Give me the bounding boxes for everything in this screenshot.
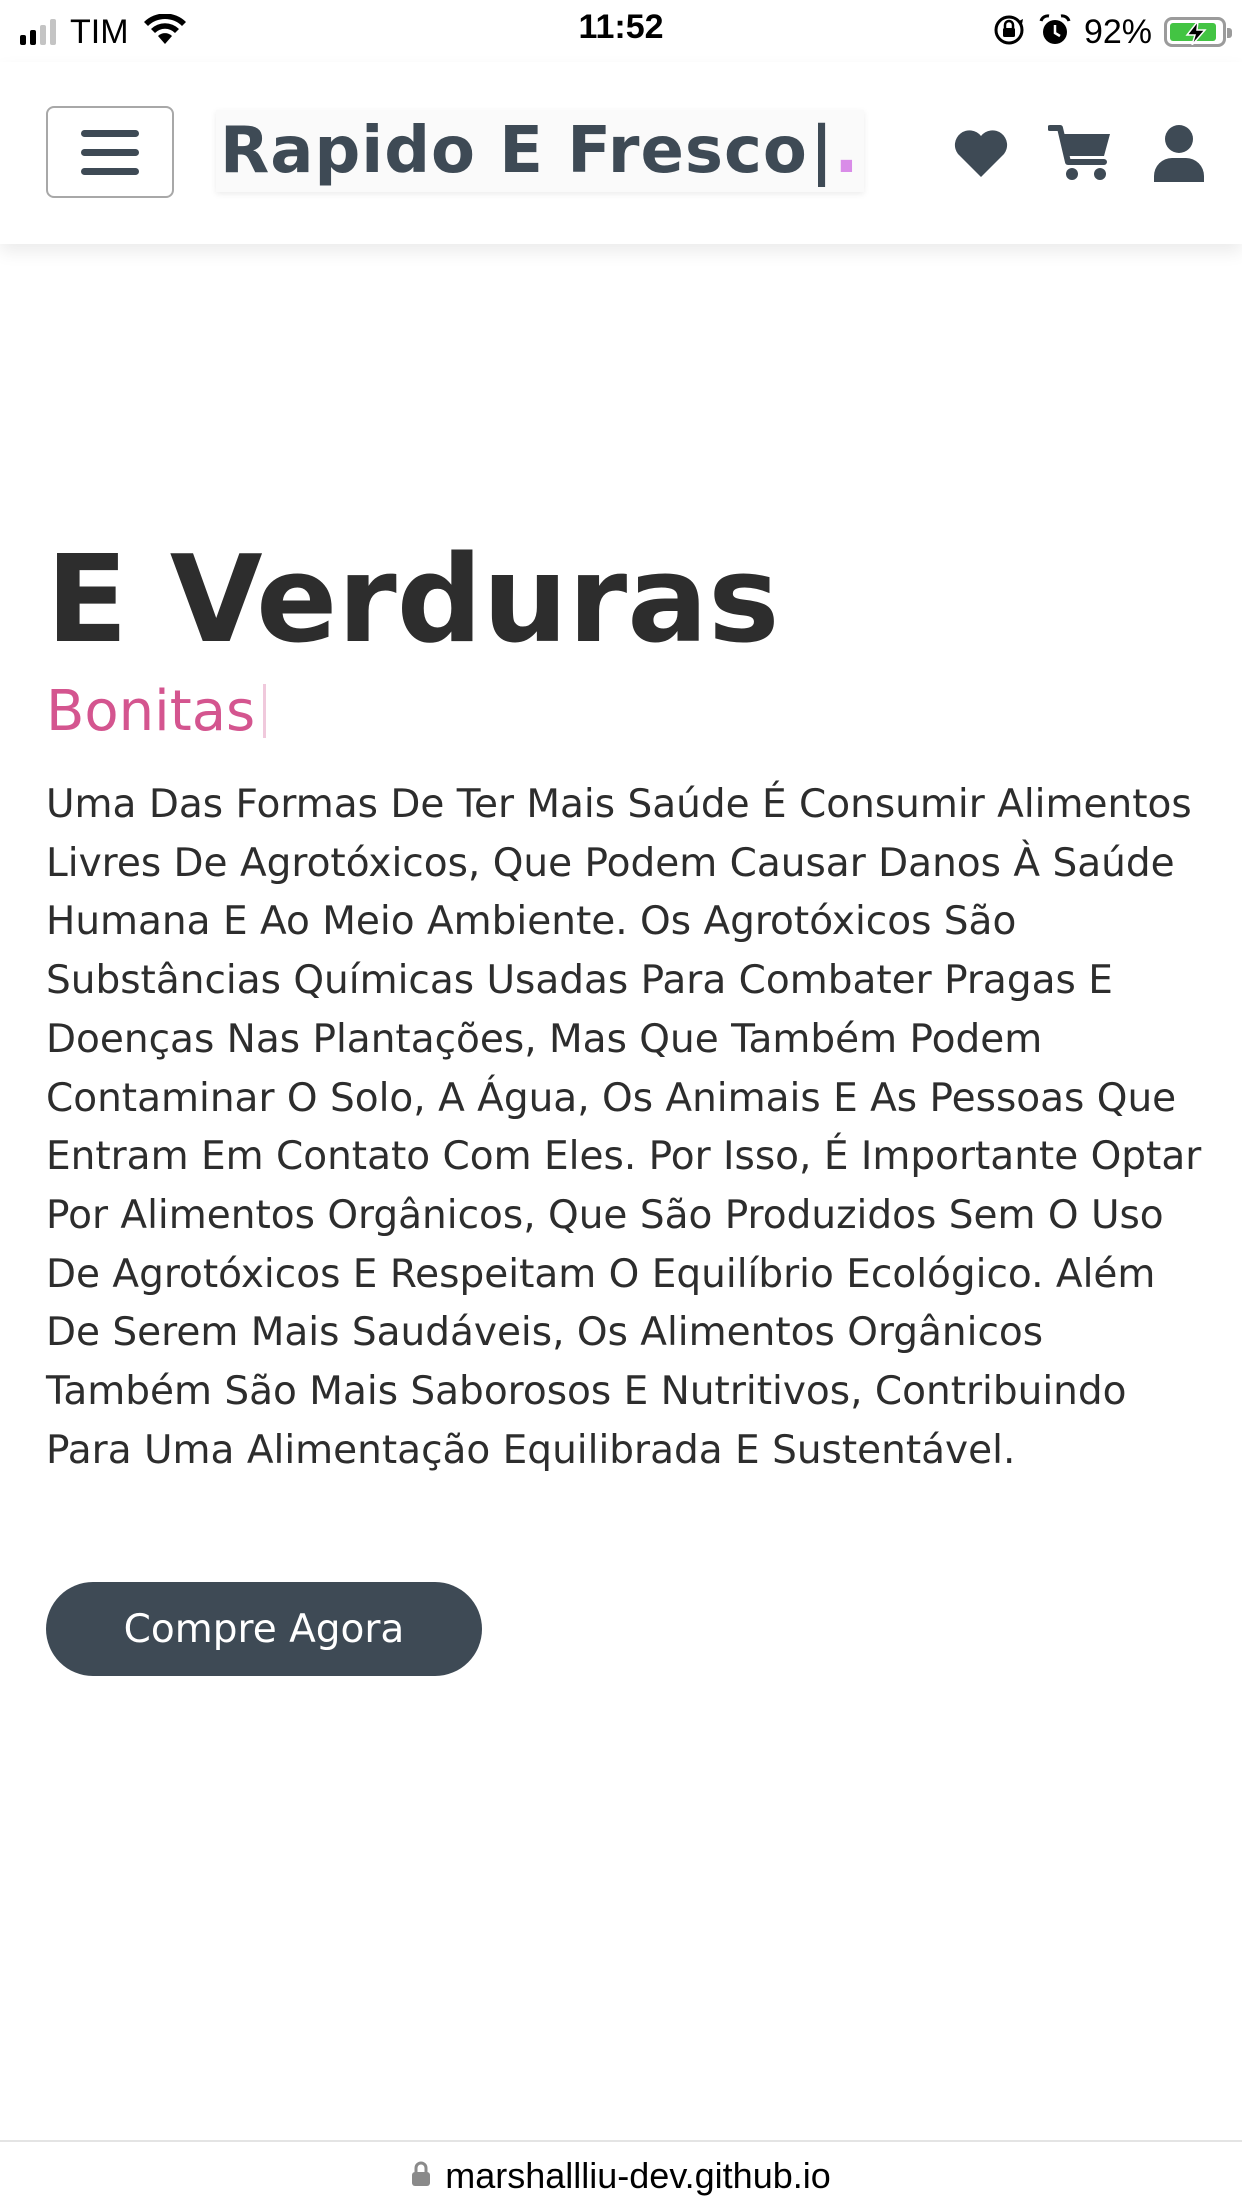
alarm-icon	[1038, 13, 1072, 51]
hero-title: E Verduras	[46, 531, 780, 670]
browser-url-bar[interactable]: marshallliu-dev.github.io	[0, 2140, 1242, 2210]
status-right: 92%	[992, 10, 1232, 54]
buy-now-button[interactable]: Compre Agora	[46, 1582, 482, 1676]
brand-dot: .	[834, 114, 860, 188]
lock-icon	[411, 2161, 431, 2191]
brand-logo[interactable]: Rapido E Fresco |.	[216, 110, 864, 192]
brand-cursor: |	[809, 114, 835, 188]
menu-icon-bar	[81, 167, 139, 175]
cart-icon[interactable]	[1048, 124, 1114, 182]
site-header: Rapido E Fresco |.	[0, 62, 1242, 244]
menu-icon-bar	[81, 129, 139, 137]
status-bar: TIM 11:52 92%	[0, 0, 1242, 62]
user-icon[interactable]	[1152, 124, 1206, 182]
typing-caret	[263, 684, 267, 738]
url-text: marshallliu-dev.github.io	[445, 2155, 831, 2196]
battery-percent: 92%	[1083, 12, 1152, 51]
menu-button[interactable]	[46, 106, 174, 198]
brand-name: Rapido E Fresco	[220, 114, 808, 188]
heart-icon[interactable]	[952, 127, 1010, 179]
header-actions	[952, 122, 1206, 184]
hero-subtitle-text: Bonitas	[46, 679, 256, 744]
hero-description: Uma Das Formas De Ter Mais Saúde É Consu…	[46, 782, 1202, 1473]
hero-subtitle: Bonitas	[46, 674, 267, 750]
rotation-lock-icon	[992, 13, 1026, 51]
battery-charging-icon	[1164, 17, 1232, 47]
menu-icon-bar	[81, 148, 139, 156]
